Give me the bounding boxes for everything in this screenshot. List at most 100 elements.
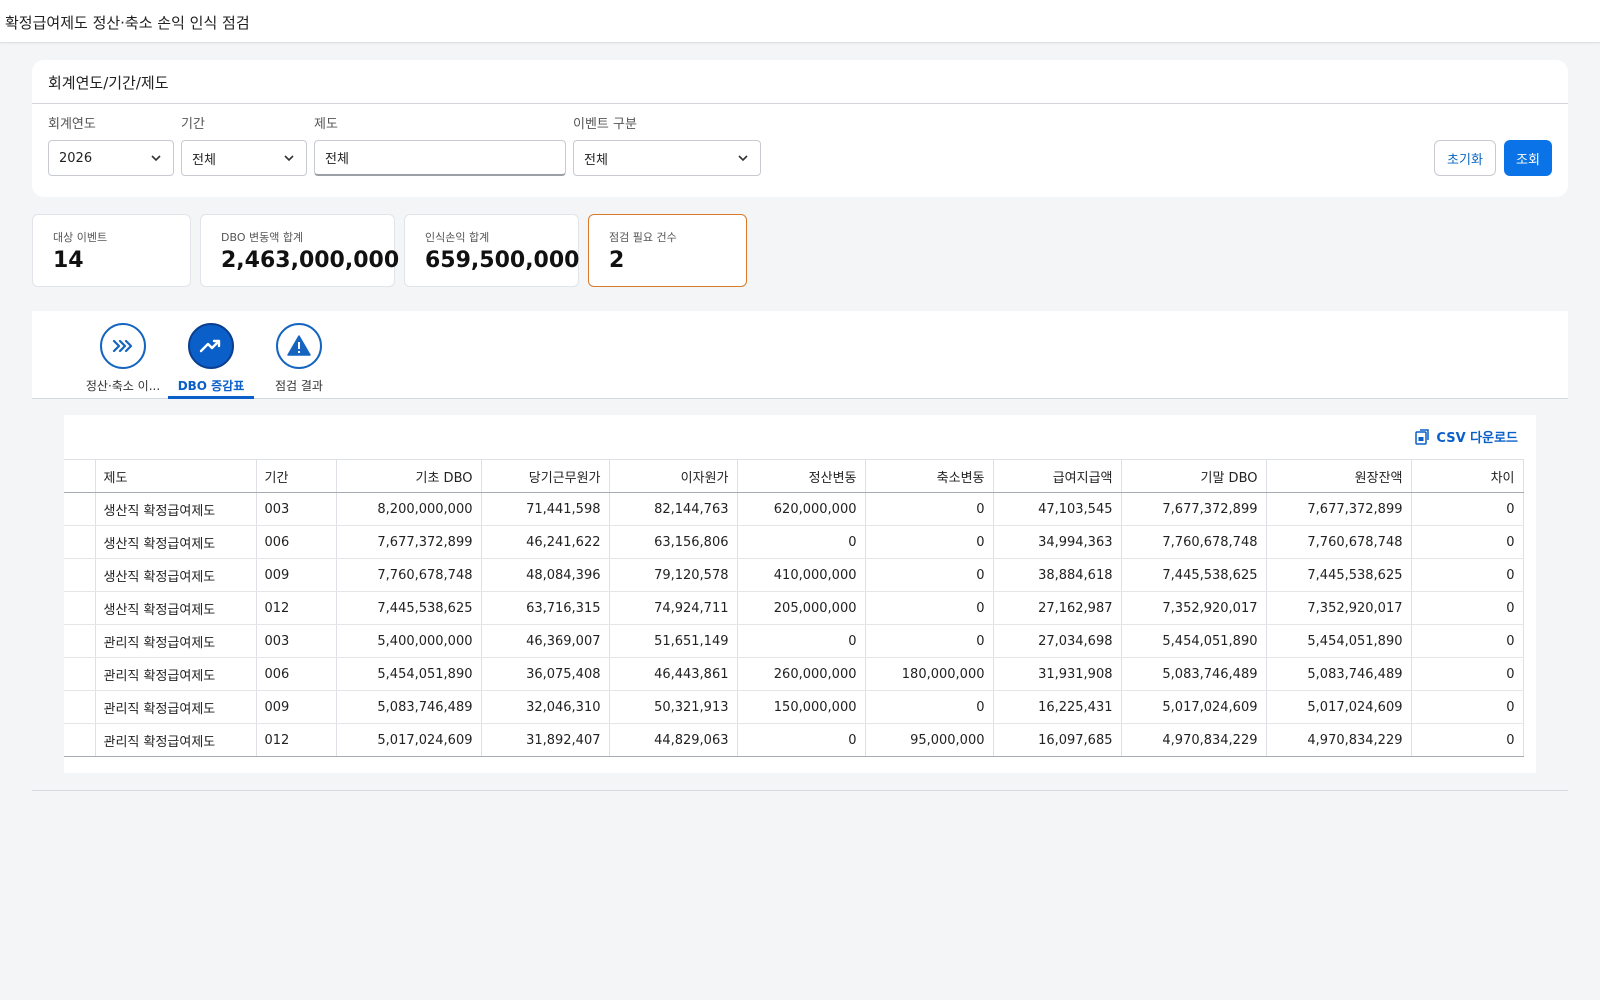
table-cell: 생산직 확정급여제도: [95, 558, 257, 592]
table-cell: 생산직 확정급여제도: [95, 492, 257, 526]
reset-button[interactable]: 초기화: [1434, 140, 1496, 176]
column-header[interactable]: 기초 DBO: [336, 459, 482, 493]
row-select-cell[interactable]: [64, 657, 96, 691]
row-select-header: [64, 459, 96, 493]
table-cell: 620,000,000: [737, 492, 866, 526]
stat-card-review-needed[interactable]: 점검 필요 건수 2: [588, 214, 747, 287]
table-cell: 0: [737, 525, 866, 559]
table-cell: 7,352,920,017: [1266, 591, 1412, 625]
tab-dbo-changes[interactable]: DBO 증감표: [168, 323, 254, 394]
table-cell: 0: [1411, 657, 1524, 691]
column-header[interactable]: 정산변동: [737, 459, 866, 493]
table-cell: 5,083,746,489: [1121, 657, 1267, 691]
table-row[interactable]: 관리직 확정급여제도 006 5,454,051,890 36,075,408 46,4…: [64, 657, 1524, 691]
table-row[interactable]: 관리직 확정급여제도 009 5,083,746,489 32,046,310 50,3…: [64, 690, 1524, 724]
row-select-cell[interactable]: [64, 492, 96, 526]
column-header[interactable]: 축소변동: [865, 459, 994, 493]
table-cell: 003: [256, 624, 337, 658]
stat-card-dbo-change: DBO 변동액 합계 2,463,000,000: [200, 214, 400, 287]
chevron-down-icon: [284, 155, 294, 162]
row-select-cell[interactable]: [64, 723, 96, 757]
search-button[interactable]: 조회: [1504, 140, 1552, 176]
table-cell: 003: [256, 492, 337, 526]
plan-input[interactable]: 전체: [314, 140, 566, 176]
table-cell: 0: [1411, 690, 1524, 724]
table-cell: 82,144,763: [609, 492, 738, 526]
column-header[interactable]: 제도: [95, 459, 257, 493]
table-cell: 0: [865, 558, 994, 592]
table-cell: 260,000,000: [737, 657, 866, 691]
table-row[interactable]: 관리직 확정급여제도 012 5,017,024,609 31,892,407 44,8…: [64, 723, 1524, 757]
table-cell: 27,034,698: [993, 624, 1122, 658]
table-cell: 0: [865, 690, 994, 724]
table-row[interactable]: 생산직 확정급여제도 009 7,760,678,748 48,084,396 79,1…: [64, 558, 1524, 592]
stat-value: 659,500,000: [425, 248, 580, 273]
table-cell: 79,120,578: [609, 558, 738, 592]
table-row[interactable]: 관리직 확정급여제도 003 5,400,000,000 46,369,007 51,6…: [64, 624, 1524, 658]
row-select-cell[interactable]: [64, 690, 96, 724]
table-cell: 44,829,063: [609, 723, 738, 757]
tab-review-results[interactable]: 점검 결과: [256, 323, 342, 394]
table-cell: 7,677,372,899: [336, 525, 482, 559]
plan-label: 제도: [314, 117, 338, 132]
fiscal-year-label: 회계연도: [48, 117, 96, 132]
table-cell: 46,241,622: [481, 525, 610, 559]
column-header[interactable]: 급여지급액: [993, 459, 1122, 493]
column-header[interactable]: 원장잔액: [1266, 459, 1412, 493]
table-cell: 5,454,051,890: [336, 657, 482, 691]
row-select-cell[interactable]: [64, 558, 96, 592]
period-label: 기간: [181, 117, 205, 132]
table-cell: 38,884,618: [993, 558, 1122, 592]
row-select-cell[interactable]: [64, 525, 96, 559]
table-row[interactable]: 생산직 확정급여제도 006 7,677,372,899 46,241,622 63,1…: [64, 525, 1524, 559]
table-cell: 34,994,363: [993, 525, 1122, 559]
column-header[interactable]: 기말 DBO: [1121, 459, 1267, 493]
table-cell: 관리직 확정급여제도: [95, 657, 257, 691]
table-cell: 0: [1411, 492, 1524, 526]
stat-value: 2: [609, 248, 625, 273]
table-cell: 180,000,000: [865, 657, 994, 691]
table-cell: 95,000,000: [865, 723, 994, 757]
table-row[interactable]: 생산직 확정급여제도 012 7,445,538,625 63,716,315 74,9…: [64, 591, 1524, 625]
table-cell: 150,000,000: [737, 690, 866, 724]
table-cell: 5,017,024,609: [1266, 690, 1412, 724]
filter-section-title: 회계연도/기간/제도: [32, 60, 1568, 104]
table-cell: 0: [1411, 525, 1524, 559]
table-cell: 0: [737, 723, 866, 757]
table-cell: 0: [1411, 723, 1524, 757]
event-type-select[interactable]: 전체: [573, 140, 761, 176]
table-cell: 0: [1411, 591, 1524, 625]
row-select-cell[interactable]: [64, 591, 96, 625]
table-cell: 27,162,987: [993, 591, 1122, 625]
stat-value: 14: [53, 248, 84, 273]
warning-icon: [287, 335, 311, 356]
column-header[interactable]: 차이: [1411, 459, 1524, 493]
column-header[interactable]: 기간: [256, 459, 337, 493]
table-cell: 7,445,538,625: [1121, 558, 1267, 592]
column-header[interactable]: 당기근무원가: [481, 459, 610, 493]
table-cell: 5,454,051,890: [1266, 624, 1412, 658]
tab-icon-circle: [100, 323, 146, 369]
table-row[interactable]: 생산직 확정급여제도 003 8,200,000,000 71,441,598 82,1…: [64, 492, 1524, 526]
period-select[interactable]: 전체: [181, 140, 307, 176]
tab-icon-circle: [188, 323, 234, 369]
stat-value: 2,463,000,000: [221, 248, 400, 273]
table-cell: 410,000,000: [737, 558, 866, 592]
csv-download-button[interactable]: CSV 다운로드: [1414, 427, 1518, 446]
table-cell: 관리직 확정급여제도: [95, 624, 257, 658]
chevron-down-icon: [151, 155, 161, 162]
table-cell: 8,200,000,000: [336, 492, 482, 526]
row-select-cell[interactable]: [64, 624, 96, 658]
csv-download-label: CSV 다운로드: [1436, 431, 1518, 446]
period-value: 전체: [192, 152, 216, 168]
tab-settlement-events[interactable]: 정산·축소 이...: [80, 323, 166, 394]
table-cell: 46,369,007: [481, 624, 610, 658]
table-cell: 7,352,920,017: [1121, 591, 1267, 625]
column-header[interactable]: 이자원가: [609, 459, 738, 493]
fiscal-year-select[interactable]: 2026: [48, 140, 174, 176]
table-cell: 47,103,545: [993, 492, 1122, 526]
table-cell: 51,651,149: [609, 624, 738, 658]
table-cell: 7,760,678,748: [336, 558, 482, 592]
table-cell: 205,000,000: [737, 591, 866, 625]
dbo-table: 제도 기간 기초 DBO 당기근무원가 이자원가 정산변동 축소변동 급여지급액…: [64, 459, 1524, 757]
